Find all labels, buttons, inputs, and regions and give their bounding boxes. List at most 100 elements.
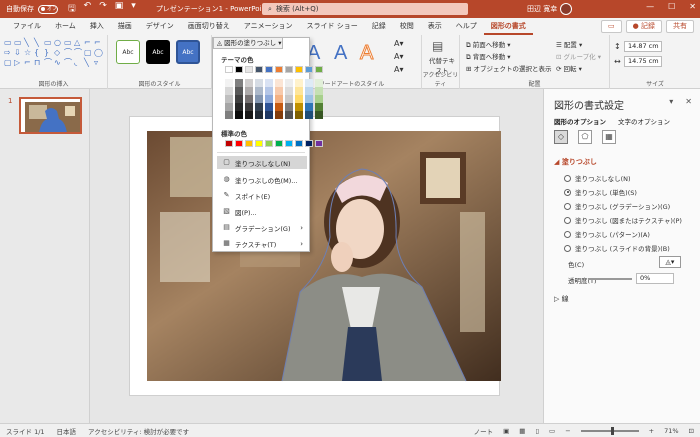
undo-icon[interactable]: ↶: [84, 1, 92, 17]
color-swatch[interactable]: [275, 66, 283, 73]
color-swatch[interactable]: [225, 103, 233, 111]
tab-file[interactable]: ファイル: [6, 18, 48, 35]
shape-icon[interactable]: ▢: [84, 48, 93, 57]
color-swatch[interactable]: [275, 111, 283, 119]
fit-slide-icon[interactable]: ⊡: [689, 427, 694, 435]
color-swatch[interactable]: [315, 111, 323, 119]
language-indicator[interactable]: 日本語: [57, 426, 77, 436]
user-name[interactable]: 田辺 寛幸: [527, 4, 557, 14]
color-swatch[interactable]: [235, 87, 243, 95]
shape-icon[interactable]: ╲: [34, 38, 43, 47]
radio-button[interactable]: [564, 230, 571, 238]
save-icon[interactable]: 🖫: [68, 1, 76, 17]
minimize-icon[interactable]: —: [646, 2, 654, 11]
color-swatch[interactable]: [315, 103, 323, 111]
slideshow-icon[interactable]: ▣: [115, 1, 124, 17]
notes-button[interactable]: ノート: [474, 426, 494, 436]
shape-icon[interactable]: ⌒: [64, 48, 73, 57]
tab-design[interactable]: デザイン: [139, 18, 181, 35]
shape-icon[interactable]: ⌐: [84, 38, 93, 47]
shape-icon[interactable]: ╲: [24, 38, 33, 47]
color-swatch[interactable]: [275, 79, 283, 87]
color-swatch[interactable]: [285, 103, 293, 111]
height-input[interactable]: 14.87 cm: [624, 41, 662, 52]
tab-insert[interactable]: 挿入: [83, 18, 111, 35]
comment-icon[interactable]: ▭: [601, 20, 622, 33]
search-box[interactable]: ⌕ 検索 (Alt+Q): [262, 3, 468, 15]
transparency-slider[interactable]: [588, 278, 632, 280]
transparency-input[interactable]: 0%: [636, 273, 674, 284]
align-button[interactable]: ☰ 配置 ▾: [556, 39, 582, 49]
shape-icon[interactable]: ∿: [54, 58, 63, 67]
color-swatch[interactable]: [305, 66, 313, 73]
radio-button[interactable]: [564, 216, 571, 224]
share-button[interactable]: 共有: [666, 20, 694, 33]
effects-icon[interactable]: ⬠: [578, 130, 592, 144]
maximize-icon[interactable]: ☐: [668, 2, 675, 11]
radio-button[interactable]: [564, 174, 571, 182]
fill-option-solid[interactable]: 塗りつぶし (単色)(S): [564, 187, 637, 197]
shape-icon[interactable]: ⌐: [24, 58, 33, 67]
menu-texture[interactable]: ▦ テクスチャ(T) ›: [217, 237, 307, 250]
color-swatch[interactable]: [315, 66, 323, 73]
fill-line-icon[interactable]: ◇: [554, 130, 568, 144]
color-swatch[interactable]: [225, 87, 233, 95]
radio-button[interactable]: [564, 244, 571, 252]
color-swatch[interactable]: [295, 87, 303, 95]
shape-icon[interactable]: }: [44, 48, 53, 57]
shape-icon[interactable]: {: [34, 48, 43, 57]
shape-icon[interactable]: ╲: [84, 58, 93, 67]
fill-color-picker[interactable]: ◬▾: [659, 256, 681, 268]
tab-shape-options[interactable]: 図形のオプション: [554, 116, 606, 126]
color-swatch[interactable]: [295, 79, 303, 87]
color-swatch[interactable]: [305, 103, 313, 111]
color-swatch[interactable]: [295, 66, 303, 73]
width-input[interactable]: 14.75 cm: [624, 56, 662, 67]
shape-icon[interactable]: ◯: [94, 48, 103, 57]
color-swatch[interactable]: [275, 103, 283, 111]
shape-icon[interactable]: ⌒: [44, 58, 53, 67]
radio-button[interactable]: [564, 188, 571, 196]
color-swatch[interactable]: [265, 140, 273, 147]
color-swatch[interactable]: [235, 103, 243, 111]
menu-picture[interactable]: ▧ 図(P)...: [217, 205, 307, 218]
tab-home[interactable]: ホーム: [48, 18, 83, 35]
color-swatch[interactable]: [235, 95, 243, 103]
shape-icon[interactable]: ▭: [14, 38, 23, 47]
shape-icon[interactable]: ⇨: [4, 48, 13, 57]
color-swatch[interactable]: [265, 87, 273, 95]
slide[interactable]: [129, 116, 519, 396]
wordart-preset-fill[interactable]: A: [334, 42, 347, 65]
color-swatch[interactable]: [285, 140, 293, 147]
tab-shape-format[interactable]: 図形の書式: [483, 18, 533, 35]
radio-button[interactable]: [564, 202, 571, 210]
color-swatch[interactable]: [245, 95, 253, 103]
color-swatch[interactable]: [255, 79, 263, 87]
color-swatch[interactable]: [255, 140, 263, 147]
tab-help[interactable]: ヘルプ: [449, 18, 484, 35]
shape-icon[interactable]: ⌒: [64, 58, 73, 67]
fill-option-none[interactable]: 塗りつぶしなし(N): [564, 173, 631, 183]
shape-icon[interactable]: ◇: [54, 48, 63, 57]
shape-icon[interactable]: ☆: [24, 48, 33, 57]
size-properties-icon[interactable]: ▦: [602, 130, 616, 144]
zoom-out-icon[interactable]: −: [565, 427, 570, 435]
color-swatch[interactable]: [285, 79, 293, 87]
color-swatch[interactable]: [265, 103, 273, 111]
color-swatch[interactable]: [295, 95, 303, 103]
color-swatch[interactable]: [305, 111, 313, 119]
color-swatch[interactable]: [245, 87, 253, 95]
color-swatch[interactable]: [305, 87, 313, 95]
color-swatch[interactable]: [245, 103, 253, 111]
color-swatch[interactable]: [265, 95, 273, 103]
color-swatch[interactable]: [225, 66, 233, 73]
shape-fill-button[interactable]: ◬ 図形の塗りつぶし ▾: [213, 37, 283, 49]
redo-icon[interactable]: ↷: [99, 1, 107, 17]
fill-section-header[interactable]: ◢ 塗りつぶし: [554, 157, 597, 167]
shape-icon[interactable]: ▭: [64, 38, 73, 47]
group-button[interactable]: ⊡ グループ化 ▾: [556, 51, 601, 61]
color-swatch[interactable]: [265, 66, 273, 73]
color-swatch[interactable]: [295, 111, 303, 119]
shape-icon[interactable]: ▿: [94, 58, 103, 67]
text-outline-icon[interactable]: A▾: [394, 52, 404, 61]
